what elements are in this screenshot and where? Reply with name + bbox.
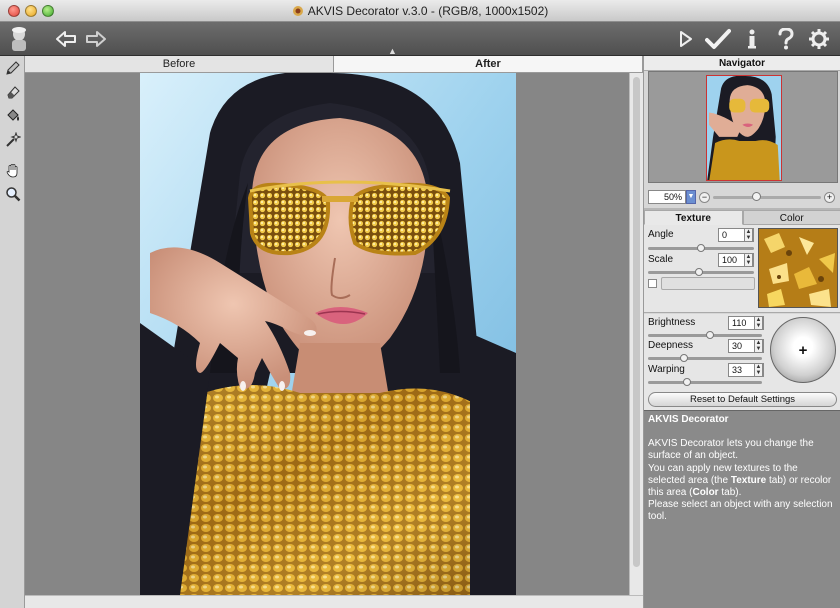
help-color-emphasis: Color [692,487,719,499]
help-paragraph-2: You can apply new textures to the select… [648,463,837,500]
help-title: AKVIS Decorator [648,414,729,425]
brightness-slider-knob[interactable] [706,331,714,339]
vertical-scroll-thumb[interactable] [633,77,640,567]
help-paragraph-1: AKVIS Decorator lets you change the surf… [648,438,814,462]
zoom-in-button[interactable]: + [824,191,835,203]
main-toolbar [0,22,840,56]
tab-before[interactable]: Before [25,56,334,72]
brightness-stepper-icon[interactable]: ▲ ▼ [754,316,763,330]
collapse-toolbar-icon[interactable]: ▲ [388,46,397,56]
navigator-title: Navigator [644,56,840,71]
help-texture-emphasis: Texture [730,474,767,486]
zoom-value-field[interactable]: 50% [648,190,686,204]
undo-arrow-icon[interactable] [54,26,78,52]
warping-label: Warping [648,364,685,375]
magic-wand-icon[interactable] [0,128,25,152]
light-direction-ball[interactable]: + [770,317,836,383]
settings-panel: Navigator 50% ▼ − + Texture Color Angle … [643,56,840,608]
window-title: AKVIS Decorator v.3.0 - (RGB/8, 1000x150… [0,4,840,18]
texture-preview[interactable] [758,228,838,308]
deepness-label: Deepness [648,340,694,351]
light-source-marker[interactable]: + [799,342,808,359]
view-tabs: Before After [25,56,643,73]
run-play-icon[interactable] [676,26,696,52]
zoom-dropdown-icon[interactable]: ▼ [686,190,696,204]
warping-stepper-icon[interactable]: ▲ ▼ [754,363,763,377]
tab-color[interactable]: Color [742,210,840,225]
scale-slider[interactable] [648,268,754,276]
vertical-scrollbar[interactable] [629,73,643,595]
help-text-fragment: tab). [718,487,742,499]
texture-path-field[interactable] [661,277,755,290]
help-paragraph-3: Please select an object with any selecti… [648,499,833,523]
navigator-preview[interactable] [648,71,838,183]
akvis-logo-icon[interactable] [4,26,34,52]
warping-slider-knob[interactable] [683,378,691,386]
angle-slider[interactable] [648,244,754,252]
settings-gear-icon[interactable] [806,26,832,52]
info-icon[interactable] [742,26,762,52]
window-title-text: AKVIS Decorator v.3.0 - (RGB/8, 1000x150… [307,4,549,18]
image-canvas[interactable] [25,73,629,595]
zoom-out-button[interactable]: − [699,191,710,203]
app-icon [292,6,303,16]
tool-palette [0,56,25,608]
selection-pencil-icon[interactable] [0,56,25,80]
settings-tabs: Texture Color [644,210,840,225]
deepness-slider[interactable] [648,354,762,362]
deepness-stepper-icon[interactable]: ▲ ▼ [754,339,763,353]
title-bar: AKVIS Decorator v.3.0 - (RGB/8, 1000x150… [0,0,840,22]
scale-stepper-icon[interactable]: ▲ ▼ [744,253,753,267]
edited-photo[interactable] [140,73,516,595]
deepness-slider-knob[interactable] [680,354,688,362]
surface-settings: Brightness 110 ▲ ▼ Deepness 30 ▲ ▼ Warping… [644,314,840,411]
scale-slider-knob[interactable] [695,268,703,276]
zoom-controls: 50% ▼ − + [648,189,838,205]
texture-settings: Angle 0 ▲ ▼ Scale 100 ▲ ▼ [644,225,840,313]
help-panel: AKVIS Decorator AKVIS Decorator lets you… [644,410,840,608]
warping-slider[interactable] [648,378,762,386]
angle-stepper-icon[interactable]: ▲ ▼ [744,228,753,242]
brightness-label: Brightness [648,317,696,328]
brightness-slider[interactable] [648,331,762,339]
scale-label: Scale [648,254,674,265]
texture-checkbox[interactable] [648,279,657,288]
horizontal-scrollbar[interactable] [25,595,643,608]
help-question-icon[interactable] [774,26,798,52]
apply-check-icon[interactable] [704,26,732,52]
zoom-slider-knob[interactable] [751,191,761,201]
paint-bucket-icon[interactable] [0,104,25,128]
redo-arrow-icon[interactable] [84,26,108,52]
tab-texture[interactable]: Texture [644,210,743,225]
zoom-slider[interactable] [713,191,821,201]
hand-icon[interactable] [0,158,25,182]
zoom-magnifier-icon[interactable] [0,182,25,206]
tab-after[interactable]: After [334,56,643,72]
eraser-icon[interactable] [0,80,25,104]
reset-defaults-button[interactable]: Reset to Default Settings [648,392,837,407]
angle-label: Angle [648,229,674,240]
angle-slider-knob[interactable] [697,244,705,252]
navigator-thumbnail[interactable] [706,75,782,181]
portrait-image [140,73,516,595]
